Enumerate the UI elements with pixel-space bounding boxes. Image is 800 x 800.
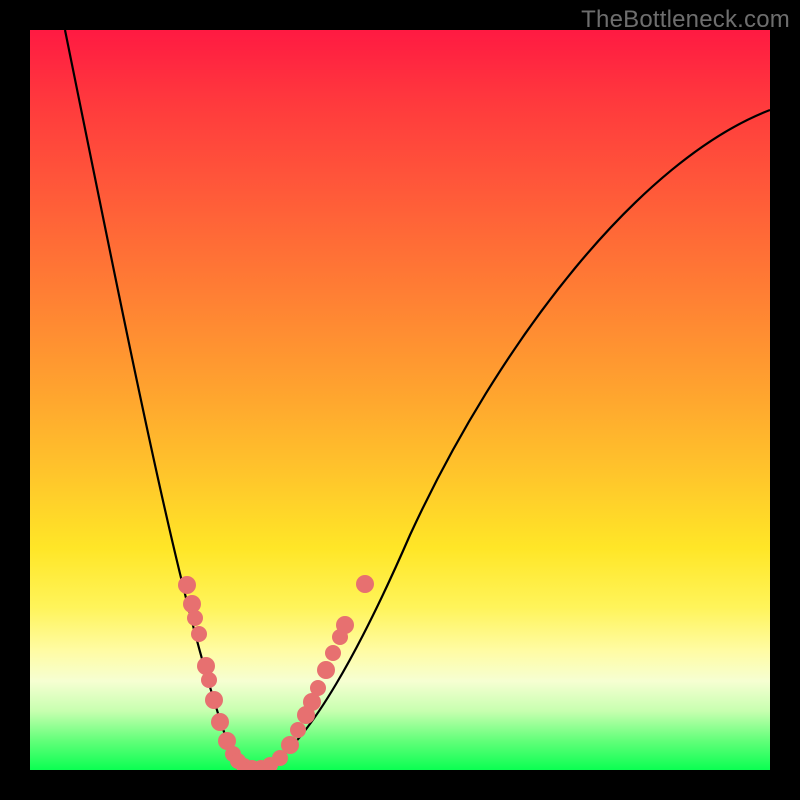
data-point bbox=[325, 645, 341, 661]
data-point bbox=[336, 616, 354, 634]
data-point bbox=[205, 691, 223, 709]
bottleneck-curve bbox=[65, 30, 770, 767]
data-point bbox=[178, 576, 196, 594]
chart-frame: TheBottleneck.com bbox=[0, 0, 800, 800]
data-point bbox=[201, 672, 217, 688]
data-point bbox=[281, 736, 299, 754]
watermark-text: TheBottleneck.com bbox=[581, 6, 790, 34]
data-points bbox=[178, 575, 374, 770]
data-point bbox=[290, 722, 306, 738]
data-point bbox=[183, 595, 201, 613]
data-point bbox=[197, 657, 215, 675]
curve-svg bbox=[30, 30, 770, 770]
data-point bbox=[310, 680, 326, 696]
data-point bbox=[187, 610, 203, 626]
data-point bbox=[356, 575, 374, 593]
data-point bbox=[317, 661, 335, 679]
plot-area bbox=[30, 30, 770, 770]
data-point bbox=[211, 713, 229, 731]
data-point bbox=[191, 626, 207, 642]
